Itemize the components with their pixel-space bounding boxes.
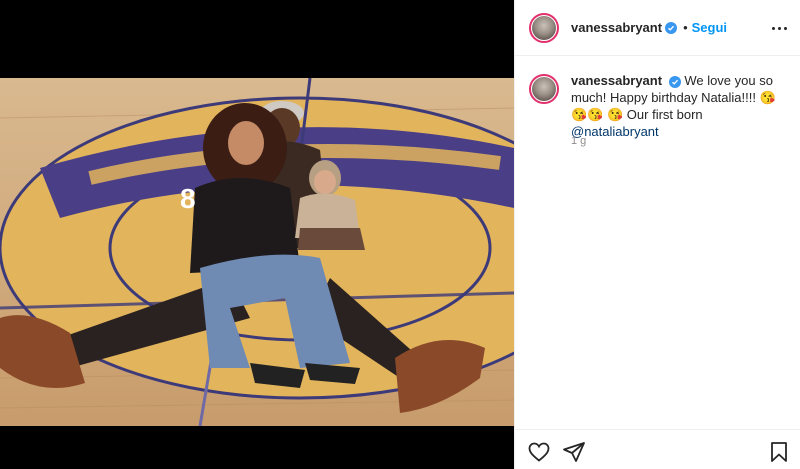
avatar[interactable] xyxy=(529,12,559,43)
more-options-icon[interactable] xyxy=(769,18,789,38)
verified-badge-icon xyxy=(665,21,678,34)
timestamp[interactable]: 1 g xyxy=(571,135,586,147)
instagram-post: 8 vanessabryant • Segui vanessabryant We… xyxy=(0,0,800,469)
caption-text: vanessabryant We love you so much! Happy… xyxy=(571,72,791,140)
heart-icon[interactable] xyxy=(527,440,551,464)
header-username[interactable]: vanessabryant xyxy=(571,20,662,35)
separator-dot: • xyxy=(683,20,688,35)
post-header: vanessabryant • Segui xyxy=(515,0,800,56)
action-bar xyxy=(515,429,800,469)
bookmark-icon[interactable] xyxy=(767,440,791,464)
verified-badge-icon xyxy=(668,76,681,88)
send-icon[interactable] xyxy=(562,440,586,464)
caption: vanessabryant We love you so much! Happy… xyxy=(529,72,791,140)
post-photo[interactable]: 8 xyxy=(0,78,514,426)
post-media[interactable]: 8 xyxy=(0,0,514,469)
svg-text:8: 8 xyxy=(180,183,196,214)
follow-button[interactable]: Segui xyxy=(692,20,727,35)
caption-emojis-2: 😘 xyxy=(607,107,624,122)
caption-avatar[interactable] xyxy=(529,74,559,104)
caption-body-2: Our first born xyxy=(623,107,703,122)
post-side-panel: vanessabryant • Segui vanessabryant We l… xyxy=(514,0,800,469)
caption-username[interactable]: vanessabryant xyxy=(571,73,662,88)
photo-illustration: 8 xyxy=(0,78,514,426)
